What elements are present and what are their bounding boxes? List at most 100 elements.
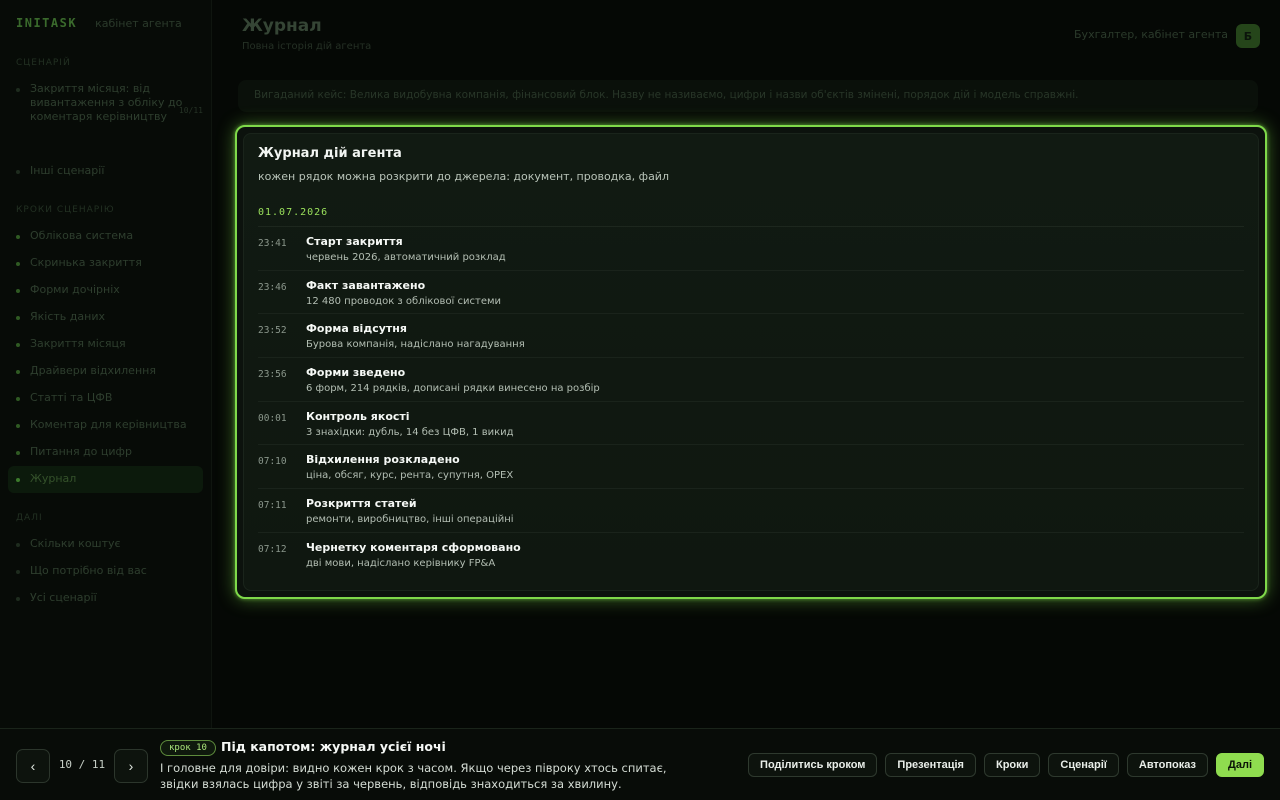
journal-title: Журнал дій агента xyxy=(258,146,402,161)
journal-row-title: Відхилення розкладено xyxy=(306,453,460,467)
user-name: Бухгалтер, кабінет агента xyxy=(1074,28,1228,41)
sidebar-item-label: Якість даних xyxy=(30,310,105,323)
status-dot-icon xyxy=(16,397,20,401)
journal-row-detail: ремонти, виробництво, інші операційні xyxy=(306,514,514,526)
sidebar-item-label: Закриття місяця: від вивантаження з облі… xyxy=(30,82,183,123)
step-description: І головне для довіри: видно кожен крок з… xyxy=(160,761,667,791)
sidebar-item-all-scenarios[interactable]: Усі сценарії xyxy=(0,585,211,612)
avatar[interactable]: Б xyxy=(1236,24,1260,48)
status-dot-icon xyxy=(16,478,20,482)
step-title: Під капотом: журнал усієї ночі xyxy=(221,739,446,754)
scenarios-button[interactable]: Сценарії xyxy=(1048,753,1119,777)
journal-row-time: 07:11 xyxy=(258,500,287,512)
journal-row[interactable]: 23:56 Форми зведено 6 форм, 214 рядків, д… xyxy=(258,358,1244,402)
step-badge: крок 10 xyxy=(160,740,216,756)
journal-row-title: Чернетку коментаря сформовано xyxy=(306,540,521,554)
journal-row[interactable]: 07:10 Відхилення розкладено ціна, обсяг, … xyxy=(258,445,1244,490)
sidebar-item-step[interactable]: Статті та ЦФВ xyxy=(0,385,211,412)
prev-step-button[interactable]: ‹ xyxy=(16,749,50,783)
status-dot-icon xyxy=(16,289,20,293)
share-step-button[interactable]: Поділитись кроком xyxy=(748,753,878,777)
journal-row[interactable]: 07:12 Чернетку коментаря сформовано дві м… xyxy=(258,533,1244,577)
journal-row-time: 23:52 xyxy=(258,325,287,337)
chevron-right-icon: › xyxy=(128,758,134,774)
next-step-arrow-button[interactable]: › xyxy=(114,749,148,783)
journal-row-detail: 12 480 проводок з облікової системи xyxy=(306,295,502,307)
sidebar-item-label: Що потрібно від вас xyxy=(30,564,147,577)
autoplay-button[interactable]: Автопоказ xyxy=(1126,753,1208,777)
status-dot-icon xyxy=(16,370,20,374)
sidebar-item-step[interactable]: Якість даних xyxy=(0,304,211,331)
journal-row[interactable]: 07:11 Розкриття статей ремонти, виробницт… xyxy=(258,489,1244,533)
journal-row-time: 07:12 xyxy=(258,543,287,555)
status-dot-icon xyxy=(16,424,20,428)
journal-date: 01.07.2026 xyxy=(258,207,1244,227)
brand: INITASK кабінет агента xyxy=(0,16,211,38)
sidebar-item-label: Драйвери відхилення xyxy=(30,364,156,377)
sidebar-item-step[interactable]: Коментар для керівництва xyxy=(0,412,211,439)
sidebar-item-current-scenario[interactable]: Закриття місяця: від вивантаження з облі… xyxy=(0,76,211,158)
scenario-progress-tag: 10/11 xyxy=(178,106,203,115)
chevron-icon xyxy=(16,543,20,547)
journal-card-highlight: Журнал дій агента кожен рядок можна розк… xyxy=(235,125,1267,599)
presentation-button[interactable]: Презентація xyxy=(885,753,976,777)
sidebar-item-step[interactable]: Скринька закриття xyxy=(0,250,211,277)
status-dot-icon xyxy=(16,316,20,320)
journal-row[interactable]: 00:01 Контроль якості 3 знахідки: дубль, … xyxy=(258,402,1244,446)
page-subtitle: Повна історія дій агента xyxy=(242,41,372,52)
journal-row-time: 23:56 xyxy=(258,369,287,381)
journal-row-time: 23:41 xyxy=(258,238,287,249)
sidebar-item-label: Усі сценарії xyxy=(30,591,97,604)
tour-actions: Поділитись кроком Презентація Кроки Сцен… xyxy=(748,753,1264,777)
step-counter: 10 / 11 xyxy=(58,758,106,771)
sidebar-item-step[interactable]: Облікова система xyxy=(0,223,211,250)
chevron-left-icon: ‹ xyxy=(30,758,36,774)
sidebar-item-label: Закриття місяця xyxy=(30,337,126,350)
sidebar-item-label: Інші сценарії xyxy=(30,164,105,177)
journal-row[interactable]: 23:41 Старт закриття червень 2026, автома… xyxy=(258,227,1244,271)
journal-subtitle: кожен рядок можна розкрити до джерела: д… xyxy=(258,170,669,183)
sidebar-item-other-scenarios[interactable]: Інші сценарії xyxy=(0,158,211,185)
sidebar-item-journal[interactable]: Журнал xyxy=(8,466,203,493)
sidebar-item-label: Скільки коштує xyxy=(30,537,121,550)
status-dot-icon xyxy=(16,343,20,347)
sidebar-section-steps: КРОКИ СЦЕНАРІЮ xyxy=(16,205,115,215)
chevron-icon xyxy=(16,570,20,574)
brand-subtitle: кабінет агента xyxy=(95,17,182,30)
steps-button[interactable]: Кроки xyxy=(983,753,1041,777)
journal-row[interactable]: 23:52 Форма відсутня Бурова компанія, над… xyxy=(258,314,1244,359)
chevron-icon xyxy=(16,170,20,174)
sidebar-item-label: Коментар для керівництва xyxy=(30,418,187,431)
sidebar-item-requirements[interactable]: Що потрібно від вас xyxy=(0,558,211,585)
sidebar-item-step[interactable]: Форми дочірніх xyxy=(0,277,211,304)
journal-row-title: Розкриття статей xyxy=(306,497,417,511)
journal-row-title: Форма відсутня xyxy=(306,322,407,336)
journal-row-title: Старт закриття xyxy=(306,235,403,248)
sidebar-section-more: ДАЛІ xyxy=(16,513,43,523)
sidebar-item-label: Облікова система xyxy=(30,229,134,242)
status-dot-icon xyxy=(16,235,20,239)
journal-row-detail: дві мови, надіслано керівнику FP&A xyxy=(306,557,496,569)
case-banner: Вигаданий кейс: Велика видобувна компані… xyxy=(238,80,1258,112)
journal-row-detail: ціна, обсяг, курс, рента, супутня, OPEX xyxy=(306,470,514,482)
journal-row-detail: 3 знахідки: дубль, 14 без ЦФВ, 1 викид xyxy=(306,426,514,438)
sidebar-item-step[interactable]: Драйвери відхилення xyxy=(0,358,211,385)
sidebar-item-label: Статті та ЦФВ xyxy=(30,391,113,404)
sidebar-item-label: Скринька закриття xyxy=(30,256,142,269)
sidebar-item-step[interactable]: Питання до цифр xyxy=(0,439,211,466)
sidebar-item-label: Журнал xyxy=(30,472,77,485)
status-dot-icon xyxy=(16,262,20,266)
sidebar-item-step[interactable]: Закриття місяця xyxy=(0,331,211,358)
next-button[interactable]: Далі xyxy=(1216,753,1264,777)
sidebar-item-pricing[interactable]: Скільки коштує xyxy=(0,531,211,558)
page-title: Журнал xyxy=(242,16,322,36)
journal-row-title: Форми зведено xyxy=(306,366,406,380)
journal-row-title: Факт завантажено xyxy=(306,278,426,292)
tour-bar: ‹ 10 / 11 › крок 10 Під капотом: журнал … xyxy=(0,728,1280,800)
sidebar: INITASK кабінет агента СЦЕНАРІЙ Закриття… xyxy=(0,0,212,728)
journal-row-detail: червень 2026, автоматичний розклад xyxy=(306,252,506,263)
journal-card: Журнал дій агента кожен рядок можна розк… xyxy=(243,133,1259,591)
chevron-icon xyxy=(16,88,20,92)
journal-row-time: 00:01 xyxy=(258,412,287,424)
journal-row[interactable]: 23:46 Факт завантажено 12 480 проводок з … xyxy=(258,271,1244,315)
